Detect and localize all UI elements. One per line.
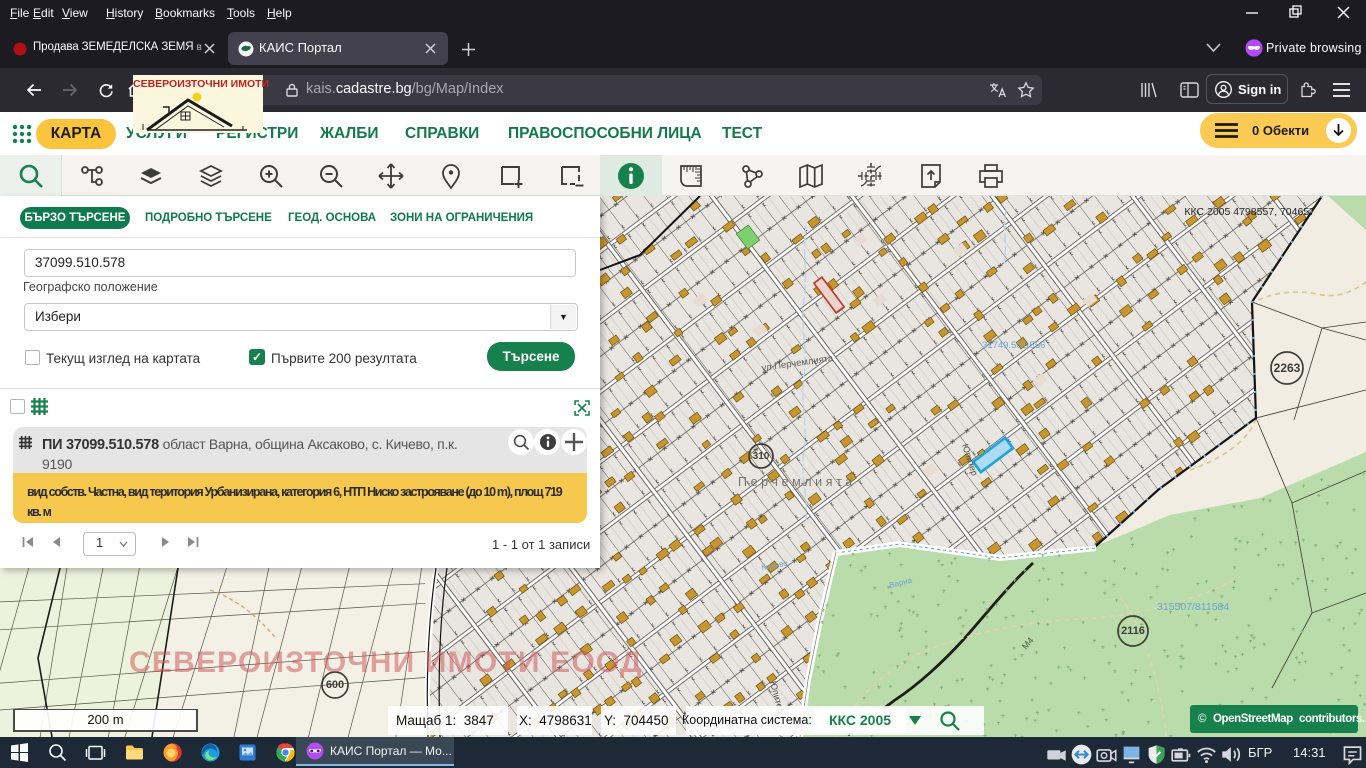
svg-text:2116: 2116 [1121, 625, 1145, 637]
svg-text:315507/811584: 315507/811584 [1157, 601, 1229, 613]
svg-text:Перчемлията: Перчемлията [738, 475, 856, 489]
svg-text:2263: 2263 [1274, 361, 1301, 375]
svg-text:31749.501.556: 31749.501.556 [982, 340, 1045, 351]
svg-text:600: 600 [326, 679, 344, 691]
svg-text:310: 310 [753, 451, 770, 462]
